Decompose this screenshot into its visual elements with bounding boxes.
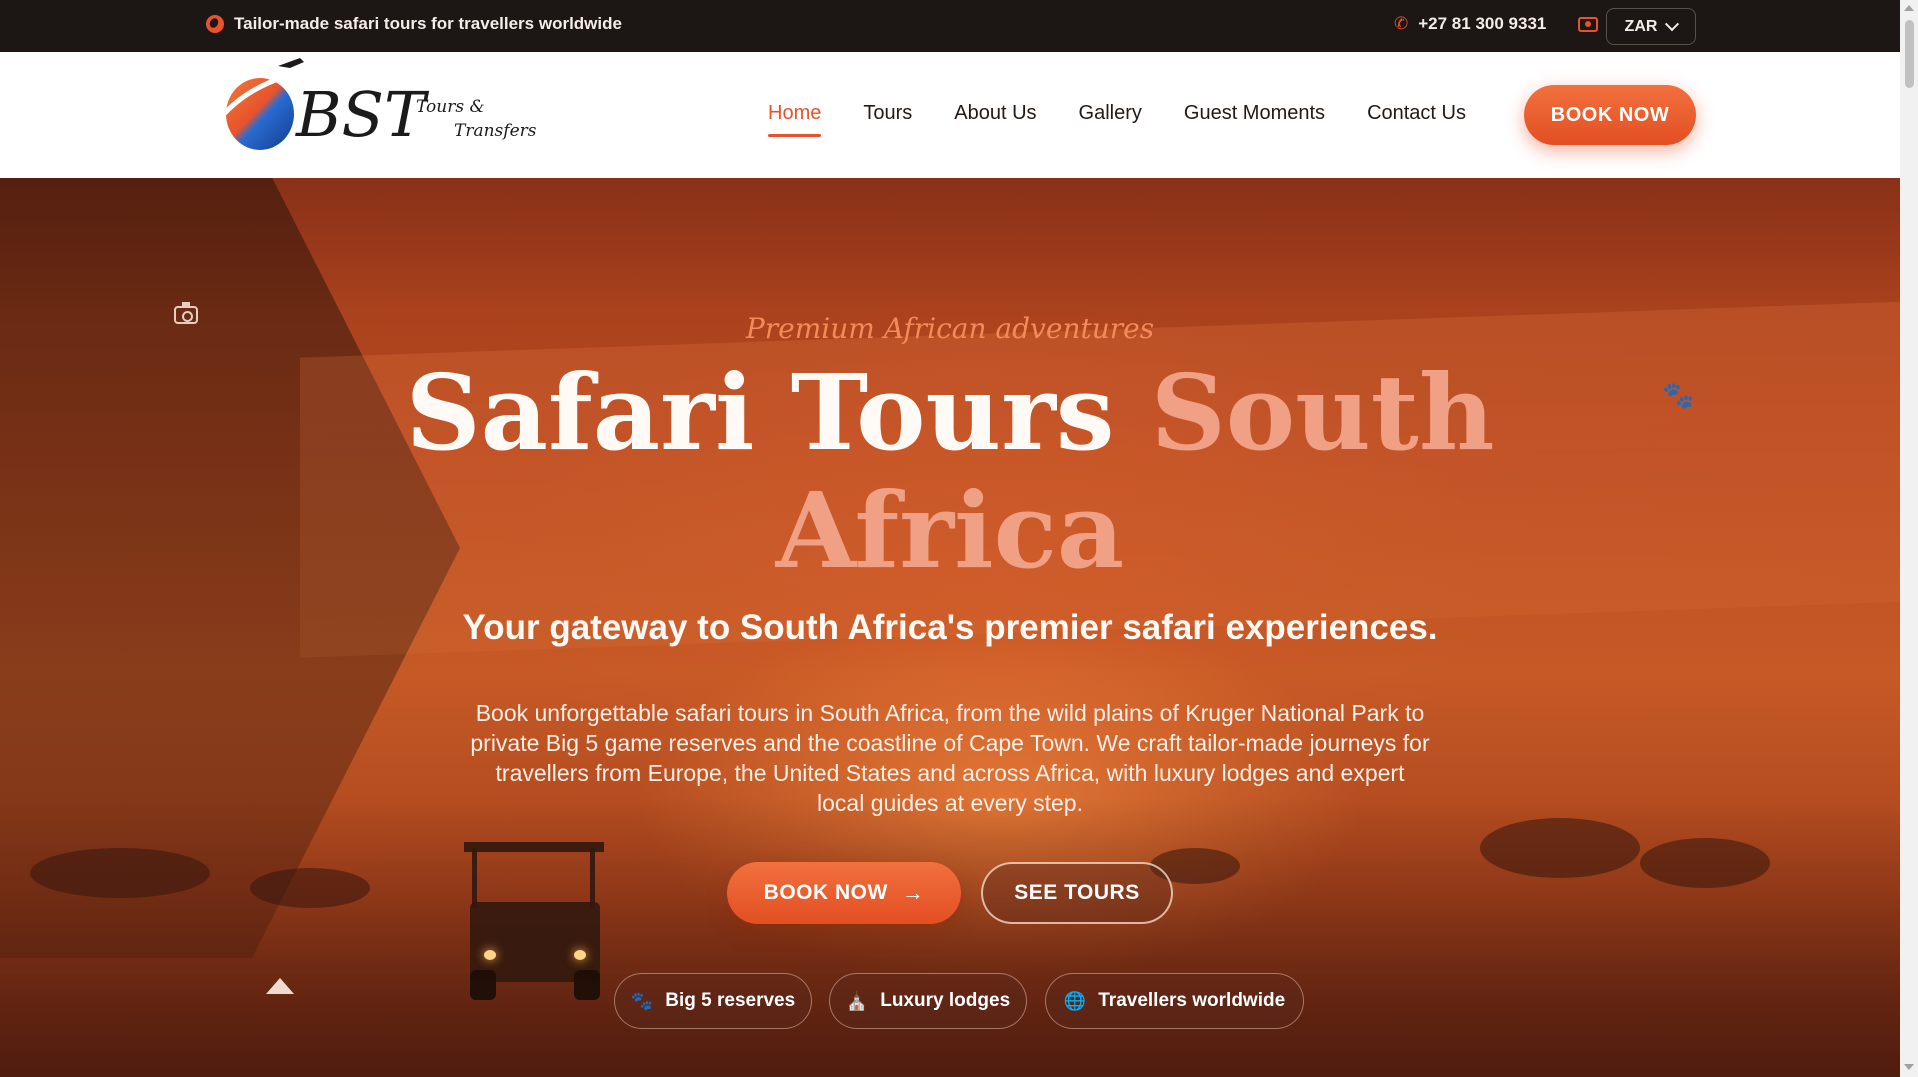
nav-item-home[interactable]: Home [768, 102, 822, 137]
plane-icon [278, 58, 304, 68]
arrow-right-icon: → [901, 880, 925, 905]
tagline: Tailor-made safari tours for travellers … [206, 14, 622, 34]
top-bar: Tailor-made safari tours for travellers … [0, 0, 1900, 52]
hero-description: Book unforgettable safari tours in South… [470, 700, 1430, 816]
hero-headline: Safari Tours South Africa [0, 354, 1900, 590]
currency-value: ZAR [1624, 17, 1658, 35]
nav-item-contact-us[interactable]: Contact Us [1367, 102, 1466, 125]
page-scrollbar[interactable] [1900, 0, 1918, 1077]
mountain-icon [266, 978, 294, 994]
logo-mark: BST [295, 78, 430, 151]
nav-item-tours[interactable]: Tours [863, 102, 912, 125]
logo-transfers: Transfers [454, 121, 537, 141]
scroll-up-arrow-icon[interactable] [1904, 5, 1914, 11]
book-now-nav-button[interactable]: BOOK NOW [1524, 85, 1696, 145]
chip-big5-reserves: 🐾 Big 5 reserves [614, 973, 812, 1029]
headline-accent-africa: Africa [775, 469, 1125, 592]
chip-luxury-lodges: ⛪ Luxury lodges [829, 973, 1027, 1029]
tree-silhouette [1480, 818, 1640, 878]
book-now-button[interactable]: BOOK NOW → [727, 862, 961, 924]
hero-eyebrow: Premium African adventures [745, 312, 1155, 345]
chevron-down-icon [1665, 16, 1680, 31]
phone-number: +27 81 300 9331 [1418, 14, 1547, 33]
phone-link[interactable]: ✆ +27 81 300 9331 [1394, 14, 1546, 34]
phone-icon: ✆ [1394, 14, 1409, 33]
globe-icon [206, 15, 224, 33]
currency-select[interactable]: ZAR [1606, 8, 1696, 45]
tagline-text: Tailor-made safari tours for travellers … [234, 14, 622, 33]
money-icon [1578, 17, 1598, 32]
chip-label: Travellers worldwide [1098, 990, 1286, 1011]
tree-silhouette [30, 848, 210, 898]
nav-links: Home Tours About Us Gallery Guest Moment… [768, 102, 1508, 137]
nav-item-gallery[interactable]: Gallery [1079, 102, 1142, 125]
scroll-down-arrow-icon[interactable] [1904, 1064, 1914, 1070]
safari-jeep-image [460, 842, 610, 1002]
tree-silhouette [250, 868, 370, 908]
logo-tours: Tours & [416, 97, 485, 117]
hero-section: 🐾 Premium African adventures Safari Tour… [0, 178, 1900, 1077]
nav-item-guest-moments[interactable]: Guest Moments [1184, 102, 1325, 125]
scroll-thumb[interactable] [1905, 20, 1914, 88]
lodge-icon: ⛪ [845, 990, 869, 1011]
tree-silhouette [1640, 838, 1770, 888]
see-tours-button[interactable]: SEE TOURS [981, 862, 1173, 924]
headline-accent-south: South [1150, 351, 1495, 474]
headline-white: Safari Tours [405, 351, 1115, 474]
book-now-label: BOOK NOW [763, 881, 888, 904]
nav-item-about-us[interactable]: About Us [954, 102, 1036, 125]
chip-label: Big 5 reserves [665, 990, 796, 1011]
globe-icon: 🌐 [1063, 990, 1087, 1011]
hero-subheading: Your gateway to South Africa's premier s… [462, 608, 1438, 647]
chip-travellers-worldwide: 🌐 Travellers worldwide [1045, 973, 1304, 1029]
paw-icon: 🐾 [630, 990, 654, 1011]
chip-label: Luxury lodges [880, 990, 1011, 1011]
logo[interactable]: BST Tours & Transfers [218, 56, 538, 162]
